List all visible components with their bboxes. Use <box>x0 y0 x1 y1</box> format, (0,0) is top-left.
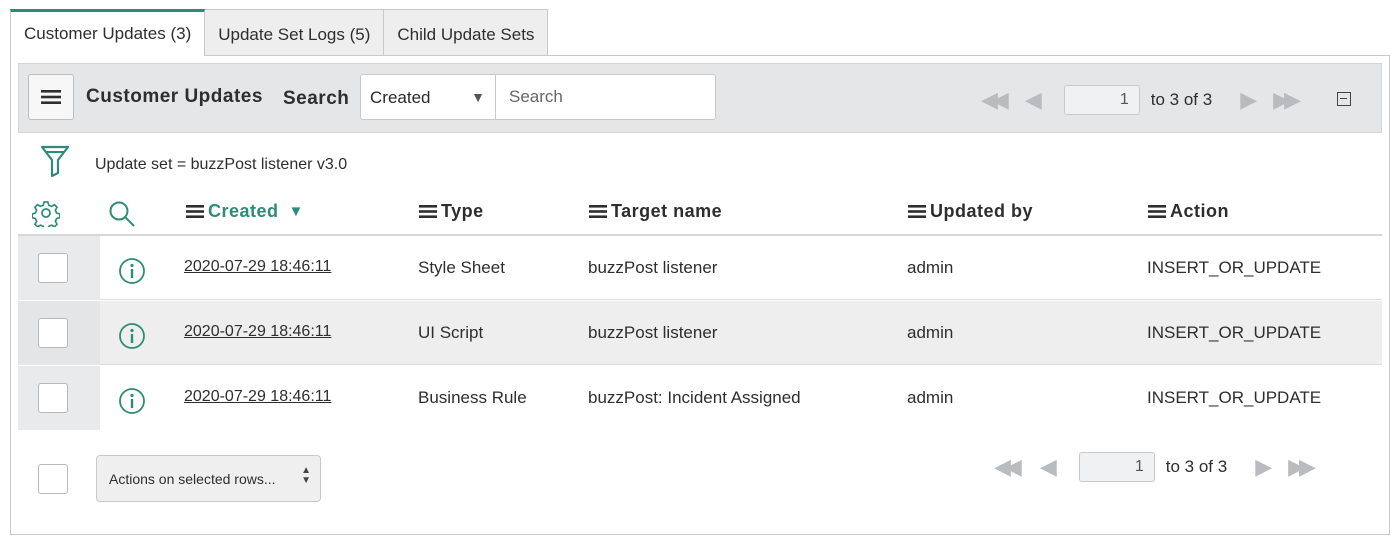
next-page-icon[interactable]: ▶ <box>1240 87 1257 113</box>
column-header-created[interactable]: Created ▼ <box>186 201 304 222</box>
type-cell: Business Rule <box>418 388 527 407</box>
sort-down-icon: ▼ <box>288 203 304 220</box>
related-list-tabs: Customer Updates (3) Update Set Logs (5)… <box>10 9 549 56</box>
last-page-icon[interactable]: ▶▶ <box>1273 87 1301 113</box>
actions-on-selected-rows-select[interactable]: Actions on selected rows... ▲ ▼ <box>96 455 321 502</box>
updated-by-cell: admin <box>907 323 954 342</box>
list-menu-icon <box>41 90 61 104</box>
column-menu-icon <box>186 205 204 218</box>
column-label: Type <box>441 201 484 221</box>
pager-bottom: ◀◀ ◀ to 3 of 3 ▶ ▶▶ <box>994 452 1316 482</box>
row-select-cell <box>18 301 100 365</box>
updated-by-cell: admin <box>907 258 954 277</box>
info-icon[interactable] <box>118 387 146 415</box>
action-cell: INSERT_OR_UPDATE <box>1147 388 1322 407</box>
action-cell: INSERT_OR_UPDATE <box>1147 323 1322 342</box>
first-page-icon[interactable]: ◀◀ <box>994 454 1022 480</box>
first-page-icon[interactable]: ◀◀ <box>981 87 1009 113</box>
prev-page-icon[interactable]: ◀ <box>1040 454 1057 480</box>
column-menu-icon <box>419 205 437 218</box>
target-name-cell: buzzPost listener <box>588 323 718 342</box>
column-label: Target name <box>611 201 723 221</box>
info-icon[interactable] <box>118 257 146 285</box>
info-icon[interactable] <box>118 322 146 350</box>
page-range-text: to 3 of 3 <box>1165 457 1228 476</box>
created-link[interactable]: 2020-07-29 18:46:11 <box>184 323 331 341</box>
column-label: Created <box>208 201 279 221</box>
select-all-checkbox[interactable] <box>38 464 68 494</box>
column-header-type[interactable]: Type <box>419 201 484 222</box>
tab-child-update-sets[interactable]: Child Update Sets <box>383 9 549 55</box>
created-link[interactable]: 2020-07-29 18:46:11 <box>184 388 331 406</box>
next-page-icon[interactable]: ▶ <box>1255 454 1272 480</box>
pager-top: ◀◀ ◀ to 3 of 3 ▶ ▶▶ <box>981 85 1301 115</box>
search-field-select[interactable]: Created ▼ <box>360 74 496 120</box>
gear-icon[interactable] <box>32 199 60 227</box>
column-menu-icon <box>589 205 607 218</box>
column-menu-icon <box>908 205 926 218</box>
page-number-input[interactable] <box>1078 452 1155 482</box>
table-row[interactable]: 2020-07-29 18:46:11 UI Script buzzPost l… <box>18 301 1382 365</box>
search-field-value: Created <box>370 88 431 107</box>
column-header-updated-by[interactable]: Updated by <box>908 201 1033 222</box>
column-header-action[interactable]: Action <box>1148 201 1229 222</box>
column-menu-icon <box>1148 205 1166 218</box>
action-cell: INSERT_OR_UPDATE <box>1147 258 1322 277</box>
tab-customer-updates[interactable]: Customer Updates (3) <box>10 9 206 56</box>
target-name-cell: buzzPost: Incident Assigned <box>588 388 801 407</box>
list-header: Customer Updates Search Created ▼ ◀◀ ◀ t… <box>18 63 1382 133</box>
table-row[interactable]: 2020-07-29 18:46:11 Style Sheet buzzPost… <box>18 236 1382 300</box>
filter-breadcrumb[interactable]: Update set = buzzPost listener v3.0 <box>95 156 347 174</box>
row-select-cell <box>18 366 100 430</box>
column-label: Action <box>1170 201 1229 221</box>
row-checkbox[interactable] <box>38 253 68 283</box>
row-checkbox[interactable] <box>38 318 68 348</box>
tab-update-set-logs[interactable]: Update Set Logs (5) <box>204 9 385 55</box>
updated-by-cell: admin <box>907 388 954 407</box>
target-name-cell: buzzPost listener <box>588 258 718 277</box>
search-icon[interactable] <box>108 200 136 228</box>
prev-page-icon[interactable]: ◀ <box>1025 87 1042 113</box>
filter-funnel-icon[interactable] <box>40 145 70 177</box>
type-cell: Style Sheet <box>418 258 505 277</box>
search-input[interactable] <box>495 74 716 120</box>
list-menu-button[interactable] <box>28 74 74 120</box>
collapse-icon[interactable] <box>1337 92 1351 106</box>
column-label: Updated by <box>930 201 1034 221</box>
chevron-down-icon: ▼ <box>471 89 485 105</box>
column-header-target-name[interactable]: Target name <box>589 201 722 222</box>
row-checkbox[interactable] <box>38 383 68 413</box>
page-range-text: to 3 of 3 <box>1150 90 1213 109</box>
search-label: Search <box>283 88 350 109</box>
created-link[interactable]: 2020-07-29 18:46:11 <box>184 258 331 276</box>
table-row[interactable]: 2020-07-29 18:46:11 Business Rule buzzPo… <box>18 366 1382 430</box>
updown-chevron-icon: ▲ ▼ <box>301 465 311 486</box>
actions-select-label: Actions on selected rows... <box>109 471 276 487</box>
list-title: Customer Updates <box>86 86 263 107</box>
page-number-input[interactable] <box>1063 85 1140 115</box>
type-cell: UI Script <box>418 323 484 342</box>
last-page-icon[interactable]: ▶▶ <box>1288 454 1316 480</box>
row-select-cell <box>18 236 100 300</box>
